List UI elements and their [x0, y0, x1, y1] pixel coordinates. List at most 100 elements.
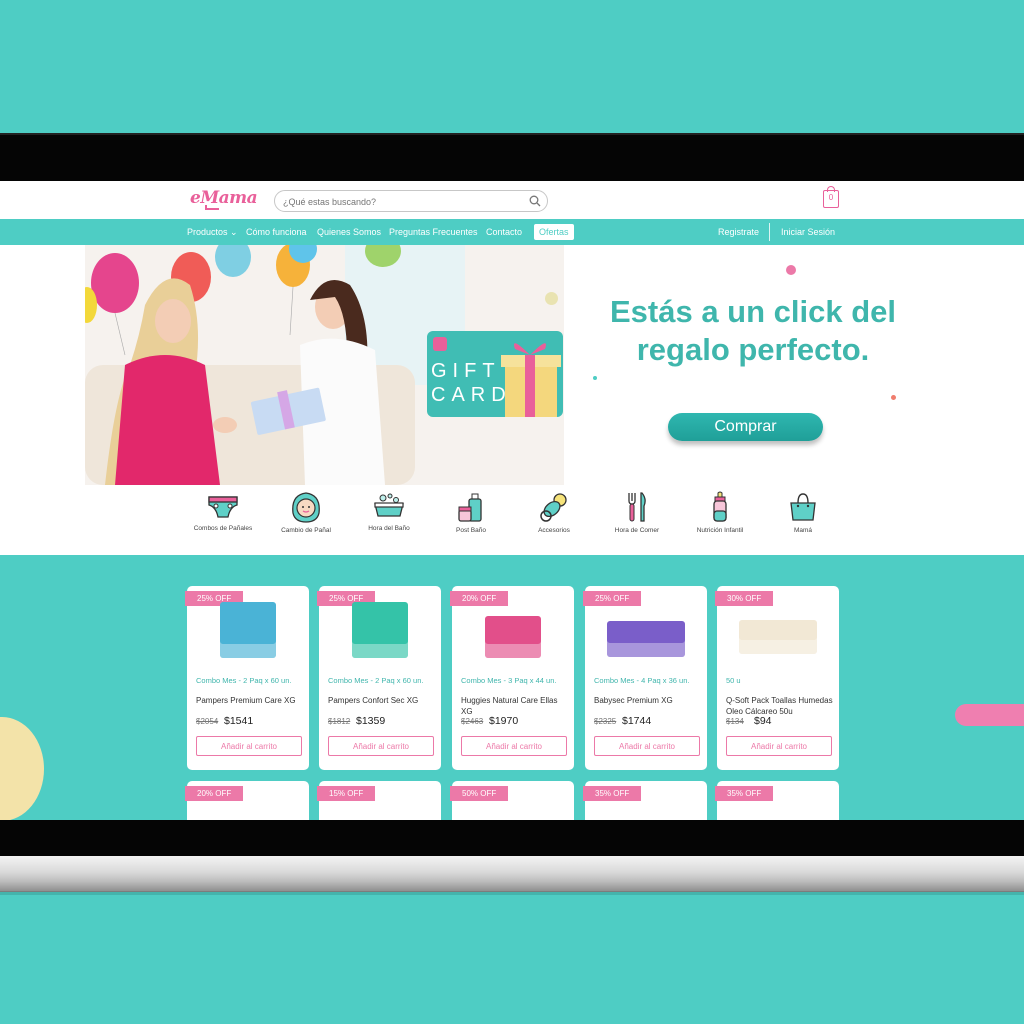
search-icon[interactable] [528, 194, 542, 208]
hero-title: Estás a un click del regalo perfecto. [598, 293, 908, 369]
product-old-price: $1812 [328, 717, 351, 726]
nav-como-funciona[interactable]: Cómo funciona [246, 219, 307, 245]
gift-card-text-1: GIFT [431, 360, 501, 382]
product-section: 25% OFF Combo Mes - 2 Paq x 60 un. Pampers… [0, 555, 1024, 820]
add-to-cart-button[interactable]: Añadir al carrito [726, 736, 832, 756]
nav-contacto[interactable]: Contacto [486, 219, 522, 245]
category-label: Nutrición Infantil [696, 527, 744, 534]
baby-bottle-icon [713, 491, 727, 522]
product-card[interactable]: 20% OFF Combo Mes - 3 Paq x 44 un. Huggies… [450, 586, 574, 770]
hero-banner: GIFT CARD Estás a un click del regalo pe… [0, 245, 1024, 487]
cutlery-icon [628, 492, 646, 522]
lotion-icon [458, 493, 482, 522]
search-input[interactable] [283, 194, 523, 209]
product-combo: Combo Mes - 2 Paq x 60 un. [328, 676, 424, 685]
category-cambio-panal[interactable]: Cambio de Pañal [264, 487, 348, 534]
add-to-cart-button[interactable]: Añadir al carrito [594, 736, 700, 756]
add-to-cart-button[interactable]: Añadir al carrito [461, 736, 567, 756]
category-mama[interactable]: Mamá [761, 487, 845, 534]
comprar-button[interactable]: Comprar [668, 413, 823, 441]
baby-face-icon [292, 492, 320, 523]
category-label: Hora del Baño [368, 525, 410, 532]
product-name[interactable]: Q-Soft Pack Toallas Humedas Oleo Cálcare… [726, 695, 834, 717]
product-card[interactable]: 35% OFF [715, 781, 839, 820]
category-label: Cambio de Pañal [281, 527, 331, 534]
category-label: Mamá [793, 527, 813, 534]
nav-preguntas-frecuentes[interactable]: Preguntas Frecuentes [389, 219, 478, 245]
product-card[interactable]: 35% OFF [583, 781, 707, 820]
nav-productos-label: Productos [187, 227, 228, 237]
discount-badge: 20% OFF [450, 591, 508, 606]
product-old-price: $134 [726, 717, 744, 726]
product-card[interactable]: 50% OFF [450, 781, 574, 820]
decor-dot [545, 292, 558, 305]
product-card[interactable]: 30% OFF 50 u Q-Soft Pack Toallas Humedas O… [715, 586, 839, 770]
product-combo: Combo Mes - 4 Paq x 36 un. [594, 676, 690, 685]
product-image[interactable] [352, 602, 408, 658]
laptop-bezel-bottom [0, 820, 1024, 858]
product-price: $1744 [622, 715, 652, 727]
discount-badge: 25% OFF [583, 591, 641, 606]
product-price: $1970 [489, 715, 519, 727]
category-hora-bano[interactable]: Hora del Baño [347, 487, 431, 532]
main-nav: Productos ⌄ Cómo funciona Quienes Somos … [0, 219, 1024, 245]
product-image[interactable] [607, 621, 685, 657]
hero-title-line-1: Estás a un click del [609, 294, 897, 329]
logo-cart-icon [205, 205, 219, 210]
add-to-cart-button[interactable]: Añadir al carrito [196, 736, 302, 756]
category-combos-panales[interactable]: Combos de Pañales [181, 487, 265, 532]
product-old-price: $2325 [594, 717, 617, 726]
product-combo: Combo Mes - 3 Paq x 44 un. [461, 676, 557, 685]
decor-dot [786, 265, 796, 275]
product-combo: 50 u [726, 676, 741, 685]
cart-icon[interactable]: 0 [823, 186, 839, 208]
category-label: Hora de Comer [614, 527, 660, 534]
category-hora-comer[interactable]: Hora de Comer [595, 487, 679, 534]
discount-badge: 50% OFF [450, 786, 508, 801]
category-accesorios[interactable]: Accesorios [512, 487, 596, 534]
product-name[interactable]: Pampers Confort Sec XG [328, 695, 436, 706]
nav-quienes-somos[interactable]: Quienes Somos [317, 219, 381, 245]
category-label: Combos de Pañales [193, 525, 253, 532]
chevron-down-icon: ⌄ [230, 227, 238, 237]
nav-ofertas[interactable]: Ofertas [534, 224, 574, 240]
register-link[interactable]: Registrate [718, 219, 759, 245]
nav-productos[interactable]: Productos ⌄ [187, 219, 238, 245]
browser-screen: eMama 0 Productos ⌄ Cómo funciona Quiene… [0, 181, 1024, 820]
login-link[interactable]: Iniciar Sesión [781, 219, 835, 245]
category-bar: Combos de Pañales Cambio de Pañal Hora d… [0, 487, 1024, 555]
site-header: eMama 0 [0, 181, 1024, 219]
discount-badge: 30% OFF [715, 591, 773, 606]
pacifier-icon [540, 493, 567, 522]
product-card[interactable]: 25% OFF Combo Mes - 2 Paq x 60 un. Pampers… [317, 586, 441, 770]
product-card[interactable]: 20% OFF [185, 781, 309, 820]
product-card[interactable]: 15% OFF [317, 781, 441, 820]
product-combo: Combo Mes - 2 Paq x 60 un. [196, 676, 292, 685]
product-card[interactable]: 25% OFF Combo Mes - 2 Paq x 60 un. Pampers… [185, 586, 309, 770]
bathtub-icon [374, 493, 404, 517]
diaper-icon [208, 496, 238, 518]
side-tab[interactable] [955, 704, 1024, 726]
laptop-base-shadow [0, 891, 1024, 895]
product-price: $94 [754, 715, 772, 727]
laptop-bezel-top [0, 133, 1024, 181]
search-bar[interactable] [274, 190, 548, 212]
site-logo[interactable]: eMama [190, 188, 258, 208]
product-name[interactable]: Pampers Premium Care XG [196, 695, 304, 706]
hero-illustration: GIFT CARD [85, 245, 564, 485]
handbag-icon [790, 493, 816, 521]
category-nutricion-infantil[interactable]: Nutrición Infantil [678, 487, 762, 534]
product-old-price: $2054 [196, 717, 219, 726]
hero-photo: GIFT CARD [85, 245, 564, 485]
add-to-cart-button[interactable]: Añadir al carrito [328, 736, 434, 756]
category-post-bano[interactable]: Post Baño [429, 487, 513, 534]
laptop-base [0, 856, 1024, 892]
product-image[interactable] [485, 616, 541, 658]
product-card[interactable]: 25% OFF Combo Mes - 4 Paq x 36 un. Babysec… [583, 586, 707, 770]
product-name[interactable]: Huggies Natural Care Ellas XG [461, 695, 569, 717]
product-name[interactable]: Babysec Premium XG [594, 695, 702, 706]
product-image[interactable] [220, 602, 276, 658]
product-image[interactable] [739, 620, 817, 654]
category-label: Accesorios [538, 527, 570, 534]
nav-divider [769, 223, 770, 241]
